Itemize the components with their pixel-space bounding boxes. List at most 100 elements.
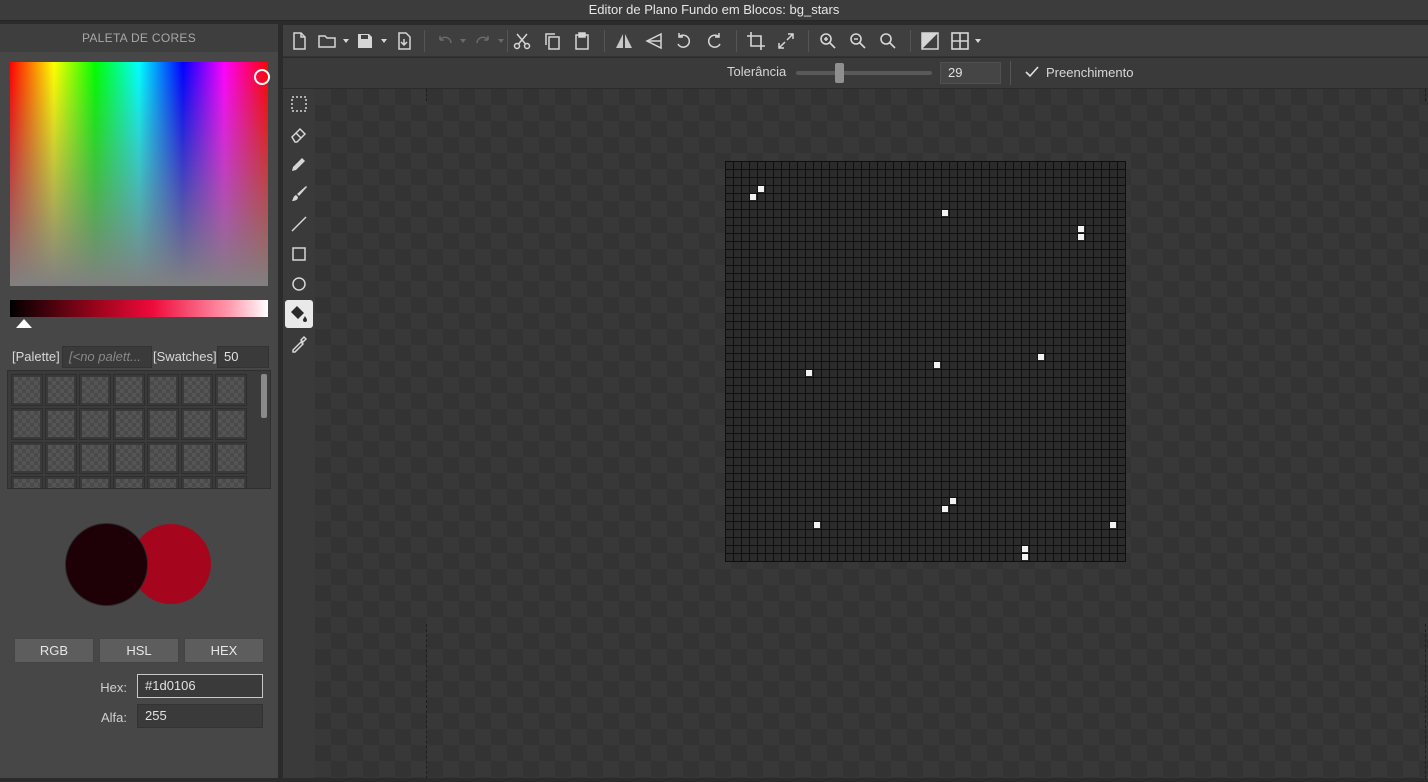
tile-canvas[interactable] (725, 161, 1126, 562)
palette-swatch[interactable] (79, 476, 111, 488)
canvas-guide (426, 624, 427, 778)
palette-swatch[interactable] (147, 476, 179, 488)
brush-icon[interactable] (285, 180, 313, 208)
palette-swatch[interactable] (113, 476, 145, 488)
toggle-background-icon[interactable] (920, 31, 940, 51)
new-file-icon[interactable] (289, 31, 309, 51)
palette-swatch[interactable] (45, 476, 77, 488)
canvas-guide (1425, 624, 1426, 778)
palette-swatch[interactable] (113, 442, 145, 474)
star-pixel (1110, 522, 1116, 528)
palette-swatch[interactable] (11, 374, 43, 406)
palette-swatch[interactable] (181, 408, 213, 440)
palette-swatch[interactable] (113, 374, 145, 406)
zoom-in-icon[interactable] (818, 31, 838, 51)
palette-swatch[interactable] (181, 442, 213, 474)
star-pixel (806, 370, 812, 376)
palette-swatch[interactable] (215, 408, 247, 440)
grid-icon[interactable] (950, 31, 970, 51)
redo-dropdown-caret[interactable] (498, 39, 504, 43)
undo-icon[interactable] (435, 31, 455, 51)
undo-dropdown-caret[interactable] (460, 39, 466, 43)
palette-swatch[interactable] (79, 442, 111, 474)
palette-swatch[interactable] (45, 374, 77, 406)
canvas-guide (426, 89, 427, 101)
palette-swatch[interactable] (147, 408, 179, 440)
canvas-area[interactable] (315, 89, 1428, 778)
palette-swatch[interactable] (11, 476, 43, 488)
alpha-input[interactable]: 255 (137, 704, 263, 728)
rectangle-icon[interactable] (285, 240, 313, 268)
open-folder-icon[interactable] (317, 31, 337, 51)
palette-swatch[interactable] (215, 442, 247, 474)
star-pixel (1038, 354, 1044, 360)
primary-color-swatch[interactable] (66, 524, 147, 605)
cut-icon[interactable] (512, 31, 532, 51)
flip-horizontal-icon[interactable] (614, 31, 634, 51)
luminance-slider-handle[interactable] (16, 319, 32, 328)
toolbar-separator (910, 30, 911, 52)
hex-label: Hex: (100, 680, 127, 695)
palette-swatch[interactable] (147, 374, 179, 406)
fill-bucket-icon[interactable] (285, 300, 313, 328)
hex-input[interactable]: #1d0106 (137, 674, 263, 698)
open-dropdown-caret[interactable] (343, 39, 349, 43)
mode-rgb-button[interactable]: RGB (14, 638, 94, 663)
palette-swatch[interactable] (113, 408, 145, 440)
resize-icon[interactable] (776, 31, 796, 51)
eyedropper-icon[interactable] (285, 330, 313, 358)
ellipse-icon[interactable] (285, 270, 313, 298)
fill-checkbox[interactable] (1023, 63, 1041, 81)
export-icon[interactable] (394, 31, 414, 51)
saturation-value-picker[interactable] (10, 62, 270, 286)
palette-select[interactable]: [<no palett... (62, 346, 152, 368)
rotate-left-icon[interactable] (674, 31, 694, 51)
flip-vertical-icon[interactable] (644, 31, 664, 51)
swatches-label: [Swatches] (153, 349, 217, 364)
rotate-right-icon[interactable] (704, 31, 724, 51)
picker-cursor[interactable] (254, 69, 270, 85)
zoom-reset-icon[interactable] (878, 31, 898, 51)
tolerance-slider[interactable] (796, 71, 932, 75)
panel-header: PALETA DE CORES (0, 24, 278, 52)
star-pixel (1022, 546, 1028, 552)
mode-hsl-button[interactable]: HSL (99, 638, 179, 663)
star-pixel (750, 194, 756, 200)
zoom-out-icon[interactable] (848, 31, 868, 51)
tolerance-slider-handle[interactable] (835, 63, 844, 83)
eraser-icon[interactable] (285, 120, 313, 148)
star-pixel (1078, 234, 1084, 240)
palette-swatch[interactable] (215, 374, 247, 406)
crop-icon[interactable] (746, 31, 766, 51)
line-icon[interactable] (285, 210, 313, 238)
swatch-grid (7, 370, 271, 489)
swatch-scrollbar[interactable] (261, 374, 267, 418)
copy-icon[interactable] (542, 31, 562, 51)
palette-swatch[interactable] (11, 442, 43, 474)
canvas-guide (1425, 89, 1426, 101)
palette-swatch[interactable] (215, 476, 247, 488)
pencil-icon[interactable] (285, 150, 313, 178)
palette-swatch[interactable] (181, 374, 213, 406)
swatches-count-input[interactable]: 50 (217, 346, 269, 368)
palette-swatch[interactable] (147, 442, 179, 474)
palette-swatch[interactable] (11, 408, 43, 440)
palette-swatch[interactable] (79, 374, 111, 406)
star-pixel (942, 506, 948, 512)
tolerance-input[interactable]: 29 (940, 62, 1001, 84)
save-dropdown-caret[interactable] (381, 39, 387, 43)
redo-icon[interactable] (473, 31, 493, 51)
palette-swatch[interactable] (45, 408, 77, 440)
grid-dropdown-caret[interactable] (975, 39, 981, 43)
mode-hex-button[interactable]: HEX (184, 638, 264, 663)
palette-swatch[interactable] (79, 408, 111, 440)
select-icon[interactable] (285, 90, 313, 118)
palette-swatch[interactable] (181, 476, 213, 488)
toolbar-separator (507, 30, 508, 52)
palette-swatch[interactable] (45, 442, 77, 474)
star-pixel (758, 186, 764, 192)
save-icon[interactable] (355, 31, 375, 51)
paste-icon[interactable] (572, 31, 592, 51)
luminance-slider[interactable] (10, 300, 268, 317)
fill-label: Preenchimento (1046, 65, 1134, 80)
